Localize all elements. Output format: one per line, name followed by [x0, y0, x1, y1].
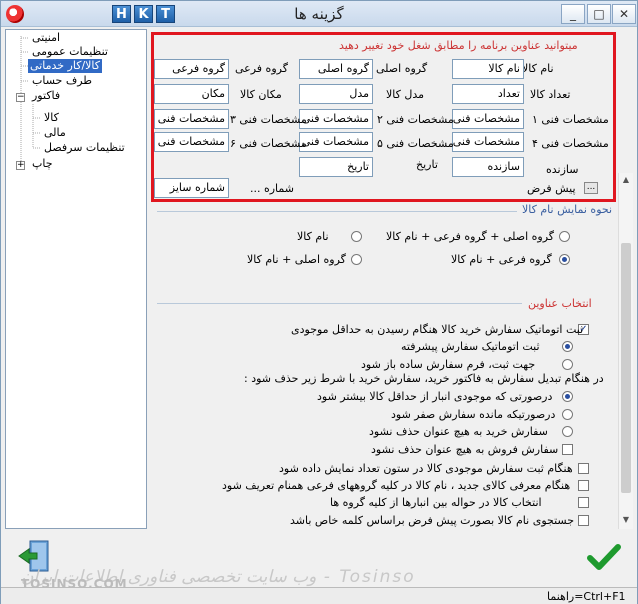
display-option-3-radio[interactable] — [559, 254, 570, 265]
auto-order-label[interactable]: ثبت اتوماتیک سفارش خرید کالا هنگام رسیدن… — [291, 323, 583, 336]
label-spec-1: مشخصات فنی ۱ — [532, 113, 609, 126]
label-sub-group: گروه فرعی — [235, 62, 288, 75]
tree-item-heading-settings[interactable]: تنظیمات سرفصل — [42, 141, 127, 155]
default-button[interactable]: ... — [584, 182, 598, 194]
show-stock-checkbox[interactable] — [578, 463, 589, 474]
titles-highlight-box: میتوانید عناوین برنامه را مطابق شغل خود … — [151, 32, 616, 202]
status-hint: راهنما=Ctrl+F1 — [547, 590, 626, 603]
spec-5-field[interactable]: مشخصات فنی — [299, 132, 373, 152]
spec-1-field[interactable]: مشخصات فنی — [452, 109, 524, 129]
label-spec-3: مشخصات فنی ۳ — [230, 113, 307, 126]
maximize-button[interactable]: □ — [587, 4, 611, 24]
spec-4-field[interactable]: مشخصات فنی — [452, 132, 524, 152]
transfer-all-groups-checkbox[interactable] — [578, 497, 589, 508]
auto-simple-radio[interactable] — [562, 359, 573, 370]
search-keyword-checkbox[interactable] — [578, 515, 589, 526]
delete-option-1-radio[interactable] — [562, 391, 573, 402]
auto-advanced-radio[interactable] — [562, 341, 573, 352]
convert-note: در هنگام تبدیل سفارش به فاکتور خرید، سفا… — [244, 372, 604, 385]
titles-caption: میتوانید عناوین برنامه را مطابق شغل خود … — [339, 39, 578, 52]
tree-item-invoice-financial[interactable]: مالی — [42, 126, 68, 140]
display-caption: نحوه نمایش نام کالا — [522, 203, 613, 216]
tree-item-goods-services[interactable]: کالا/کار خدماتی — [28, 59, 103, 73]
search-keyword-label[interactable]: جستجوی نام کالا بصورت پیش فرض براساس کلم… — [290, 514, 574, 527]
tree-item-account-party[interactable]: طرف حساب — [30, 74, 94, 88]
spec-2-field[interactable]: مشخصات فنی — [299, 109, 373, 129]
label-date: تاریخ — [416, 158, 438, 171]
scroll-down-icon[interactable]: ▼ — [621, 515, 631, 524]
label-spec-2: مشخصات فنی ۲ — [377, 113, 454, 126]
display-option-3-label[interactable]: گروه فرعی + نام کالا — [451, 253, 552, 266]
sub-group-field[interactable]: گروه فرعی — [154, 59, 229, 79]
tree-collapse-icon[interactable]: − — [16, 93, 25, 102]
auto-advanced-label[interactable]: ثبت اتوماتیک سفارش پیشرفته — [401, 340, 540, 353]
auto-separator — [157, 303, 522, 304]
date-field[interactable]: تاریخ — [299, 157, 373, 177]
transfer-all-groups-label[interactable]: انتخاب کالا در حواله بین انبارها از کلیه… — [330, 496, 542, 509]
item-model-field[interactable]: مدل — [299, 84, 373, 104]
new-item-all-groups-checkbox[interactable] — [578, 480, 589, 491]
new-item-all-groups-label[interactable]: هنگام معرفی کالای جدید ، نام کالا در کلی… — [222, 479, 570, 492]
number-field[interactable]: شماره سایز — [154, 178, 229, 198]
tree-expand-icon[interactable]: + — [16, 161, 25, 170]
main-group-field[interactable]: گروه اصلی — [299, 59, 373, 79]
display-option-1-label[interactable]: گروه اصلی + گروه فرعی + نام کالا — [386, 230, 554, 243]
number-label: شماره ... — [250, 182, 294, 195]
tree-connectors — [20, 36, 40, 166]
show-stock-label[interactable]: هنگام ثبت سفارش موجودی کالا در ستون تعدا… — [279, 462, 573, 475]
label-spec-4: مشخصات فنی ۴ — [532, 137, 609, 150]
delete-option-2-label[interactable]: درصورتیکه مانده سفارش صفر شود — [391, 408, 555, 421]
manufacturer-field[interactable]: سازنده — [452, 157, 524, 177]
label-item-name: نام کالا — [522, 62, 554, 75]
default-label: پیش فرض — [527, 182, 576, 195]
auto-caption: انتخاب عناوین — [528, 297, 592, 310]
display-option-2-radio[interactable] — [351, 231, 362, 242]
delete-option-3-label[interactable]: سفارش خرید به هیچ عنوان حذف نشود — [369, 425, 548, 438]
scroll-thumb[interactable] — [621, 243, 631, 493]
window-title: گزینه ها — [294, 5, 344, 23]
sale-never-delete-checkbox[interactable] — [562, 444, 573, 455]
display-separator — [157, 211, 517, 212]
label-spec-6: مشخصات فنی ۶ — [230, 137, 307, 150]
label-main-group: گروه اصلی — [376, 62, 428, 75]
display-option-4-radio[interactable] — [351, 254, 362, 265]
confirm-check-icon[interactable] — [587, 543, 621, 571]
minimize-button[interactable]: _ — [561, 4, 585, 24]
label-item-count: تعداد کالا — [530, 88, 571, 101]
tree-item-general-settings[interactable]: تنظیمات عمومی — [30, 45, 110, 59]
scroll-up-icon[interactable]: ▲ — [621, 175, 631, 184]
spec-6-field[interactable]: مشخصات فنی — [154, 132, 229, 152]
delete-option-1-label[interactable]: درصورتی که موجودی انبار از حداقل کالا بی… — [317, 390, 552, 403]
delete-option-2-radio[interactable] — [562, 409, 573, 420]
tree-item-security[interactable]: امنیتی — [30, 31, 62, 45]
close-button[interactable]: ✕ — [612, 4, 636, 24]
options-tree: امنیتی تنظیمات عمومی کالا/کار خدماتی طرف… — [5, 29, 147, 529]
spec-3-field[interactable]: مشخصات فنی — [154, 109, 229, 129]
label-item-model: مدل کالا — [386, 88, 425, 101]
auto-simple-label[interactable]: جهت ثبت، فرم سفارش ساده باز شود — [361, 358, 535, 371]
panel-scrollbar[interactable]: ▲ ▼ — [618, 173, 633, 529]
label-item-location: مکان کالا — [240, 88, 282, 101]
delete-option-3-radio[interactable] — [562, 426, 573, 437]
display-option-4-label[interactable]: گروه اصلی + نام کالا — [247, 253, 346, 266]
display-option-2-label[interactable]: نام کالا — [297, 230, 329, 243]
title-bar: گزینه ها H K T _ □ ✕ — [1, 1, 637, 27]
label-manufacturer: سازنده — [546, 163, 579, 176]
item-location-field[interactable]: مکان — [154, 84, 229, 104]
sale-never-delete-label[interactable]: سفارش فروش به هیچ عنوان حذف نشود — [371, 443, 558, 456]
tree-item-invoice-goods[interactable]: کالا — [42, 111, 61, 125]
label-spec-5: مشخصات فنی ۵ — [377, 137, 454, 150]
display-option-1-radio[interactable] — [559, 231, 570, 242]
tree-item-invoice[interactable]: فاکتور — [30, 89, 62, 103]
help-t-button[interactable]: T — [156, 5, 175, 23]
help-k-button[interactable]: K — [134, 5, 153, 23]
options-window: گزینه ها H K T _ □ ✕ امنیتی تنظیمات عموم… — [0, 0, 638, 604]
status-bar: راهنما=Ctrl+F1 — [1, 587, 637, 604]
settings-panel: میتوانید عناوین برنامه را مطابق شغل خود … — [151, 29, 633, 529]
help-h-button[interactable]: H — [112, 5, 131, 23]
item-count-field[interactable]: تعداد — [452, 84, 524, 104]
tree-item-print[interactable]: چاپ — [30, 157, 55, 171]
item-name-field[interactable]: نام کالا — [452, 59, 524, 79]
